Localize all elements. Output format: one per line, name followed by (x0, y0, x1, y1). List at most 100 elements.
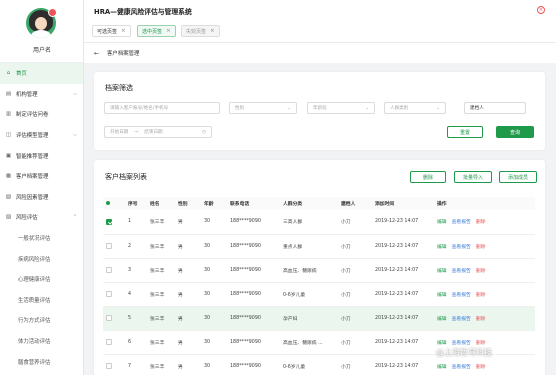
row-checkbox[interactable] (106, 290, 112, 297)
sidebar-subitem[interactable]: 膳食营养评估 (0, 351, 83, 372)
cell-creator: 小刀 (338, 282, 372, 307)
cell-actions: 编辑 查看报告 删除 (434, 234, 535, 259)
filter-title: 档案筛选 (105, 84, 133, 92)
tab-disabled[interactable]: 失效页签 × (181, 25, 220, 37)
row-checkbox[interactable] (106, 362, 112, 369)
sidebar-item-home[interactable]: ⌂ 首页 (0, 63, 83, 84)
delete-link[interactable]: 删除 (476, 317, 486, 322)
cell-creator: 小刀 (338, 306, 372, 331)
sidebar-menu: ⌂ 首页 ▤ 机构管理 ⌵ ▥ 制定评估问卷 ◫ 评估模型管理 ⌵ ▣ 智能推荐管理 ▦ 客户档案管理 ▧ 风… (0, 62, 83, 372)
cell-phone: 188****9090 (227, 258, 280, 283)
close-icon[interactable]: × (121, 28, 126, 34)
delete-link[interactable]: 删除 (476, 245, 486, 250)
column-header: 添加时间 (372, 197, 434, 210)
edit-link[interactable]: 编辑 (437, 269, 447, 274)
sidebar-item-risk-assess[interactable]: ▨ 风险评估 ⌃ (0, 207, 83, 228)
cell-time: 2019-12-23 14:07 (372, 258, 434, 283)
calendar-icon: ◷ (201, 129, 206, 135)
table-row[interactable]: 3 张三丰男 30 188****9090 高血压、糖尿病 小刀 2019-12-23 14… (103, 258, 535, 283)
filter-panel: 档案筛选 请输入客户账号/姓名/手机号 性别 ⌄ 年龄段 ⌄ 人群类别 ⌄ 建档人 开… (94, 72, 545, 150)
view-report-link[interactable]: 查看报告 (452, 269, 471, 274)
edit-link[interactable]: 编辑 (437, 293, 447, 298)
view-report-link[interactable]: 查看报告 (452, 341, 471, 346)
table-row[interactable]: 1 张三丰男 30 188****9090 三高人群 小刀 2019-12-23 14:07… (103, 210, 535, 235)
table-row[interactable]: 4 张三丰男 30 188****9090 0-6岁儿童 小刀 2019-12-23 14:… (103, 282, 535, 307)
tab-normal[interactable]: 可选页签 × (92, 25, 131, 37)
search-input[interactable]: 请输入客户账号/姓名/手机号 (104, 102, 220, 114)
sidebar-item-recommend[interactable]: ▣ 智能推荐管理 (0, 145, 83, 166)
cell-creator: 小刀 (338, 258, 372, 283)
view-report-link[interactable]: 查看报告 (452, 293, 471, 298)
sidebar-item-risk-factor[interactable]: ▧ 风险因素管理 (0, 187, 83, 208)
delete-button[interactable]: 删除 (410, 171, 446, 183)
column-header: 人群分类 (280, 197, 338, 210)
category-select[interactable]: 人群类别 ⌄ (384, 102, 446, 114)
cell-category: 孕产妇 (280, 306, 338, 331)
cell-gender: 男 (175, 282, 201, 307)
edit-link[interactable]: 编辑 (437, 341, 447, 346)
home-icon: ⌂ (6, 70, 11, 77)
column-header: 性别 (175, 197, 201, 210)
row-checkbox[interactable] (106, 338, 112, 345)
view-report-link[interactable]: 查看报告 (452, 245, 471, 250)
delete-link[interactable]: 删除 (476, 293, 486, 298)
table-row[interactable]: 2 张三丰男 30 188****9090 重点人群 小刀 2019-12-23 14:07… (103, 234, 535, 259)
sidebar-subitem[interactable]: 疾病风险评估 (0, 248, 83, 269)
delete-link[interactable]: 删除 (476, 365, 486, 370)
username-label: 用户名 (32, 47, 51, 54)
batch-import-button[interactable]: 批量导入 (454, 171, 492, 183)
delete-link[interactable]: 删除 (476, 269, 486, 274)
view-report-link[interactable]: 查看报告 (452, 317, 471, 322)
close-icon[interactable]: × (537, 6, 545, 14)
select-all-indicator[interactable] (106, 200, 110, 205)
row-checkbox[interactable] (106, 218, 112, 225)
row-checkbox[interactable] (106, 266, 112, 273)
view-report-link[interactable]: 查看报告 (452, 220, 471, 225)
row-checkbox[interactable] (106, 242, 112, 249)
sidebar-item-label: 风险因素管理 (16, 194, 49, 201)
tab-selected[interactable]: 选中页签 × (137, 25, 176, 37)
sidebar-item-building[interactable]: ▤ 机构管理 ⌵ (0, 84, 83, 105)
cell-category: 高血压、糖尿病 ... (280, 330, 338, 355)
back-arrow-icon[interactable]: ← (94, 50, 99, 57)
date-range-picker[interactable]: 开始日期 → 结束日期 ◷ (104, 126, 212, 138)
table-header: 序号 姓名 性别 年龄 联系电话 人群分类 建档人 添加时间 操作 (103, 197, 535, 210)
close-icon[interactable]: × (166, 28, 171, 34)
view-report-link[interactable]: 查看报告 (452, 365, 471, 370)
sidebar-item-model[interactable]: ◫ 评估模型管理 ⌵ (0, 125, 83, 146)
chevron-down-icon: ⌄ (287, 105, 291, 111)
reset-button[interactable]: 重置 (447, 126, 483, 138)
add-member-button[interactable]: 添加成员 (499, 171, 537, 183)
delete-link[interactable]: 删除 (476, 341, 486, 346)
sidebar-subitem[interactable]: 心理健康评估 (0, 269, 83, 290)
cell-actions: 编辑 查看报告 删除 (434, 306, 535, 331)
sidebar-item-archive[interactable]: ▦ 客户档案管理 (0, 166, 83, 187)
sidebar-subitem[interactable]: 行为方式评估 (0, 310, 83, 331)
edit-link[interactable]: 编辑 (437, 220, 447, 225)
sidebar-subitem[interactable]: 体力活动评估 (0, 331, 83, 352)
sidebar-item-document[interactable]: ▥ 制定评估问卷 (0, 104, 83, 125)
edit-link[interactable]: 编辑 (437, 245, 447, 250)
breadcrumb-label: 客户档案管理 (107, 51, 140, 57)
edit-link[interactable]: 编辑 (437, 365, 447, 370)
table-row[interactable]: 5 张三丰男 30 188****9090 孕产妇 小刀 2019-12-23 14:07 编… (103, 306, 535, 331)
creator-input[interactable]: 建档人 (464, 102, 526, 114)
cell-creator: 小刀 (338, 210, 372, 235)
sidebar-subitem[interactable]: 一般状况评估 (0, 228, 83, 249)
sidebar-subitem[interactable]: 生活质量评估 (0, 290, 83, 311)
delete-link[interactable]: 删除 (476, 220, 486, 225)
row-checkbox[interactable] (106, 314, 112, 321)
edit-link[interactable]: 编辑 (437, 317, 447, 322)
query-button[interactable]: 查询 (496, 126, 534, 138)
close-icon[interactable]: × (210, 28, 215, 34)
cell-actions: 编辑 查看报告 删除 (434, 258, 535, 283)
cell-actions: 编辑 查看报告 删除 (434, 282, 535, 307)
cell-no: 3 (125, 258, 147, 283)
gender-select[interactable]: 性别 ⌄ (229, 102, 297, 114)
risk-factor-icon: ▧ (5, 193, 12, 200)
cell-no: 6 (125, 330, 147, 355)
age-select[interactable]: 年龄段 ⌄ (307, 102, 375, 114)
column-header: 建档人 (338, 197, 372, 210)
cell-phone: 188****9090 (227, 282, 280, 307)
cell-time: 2019-12-23 14:07 (372, 210, 434, 235)
